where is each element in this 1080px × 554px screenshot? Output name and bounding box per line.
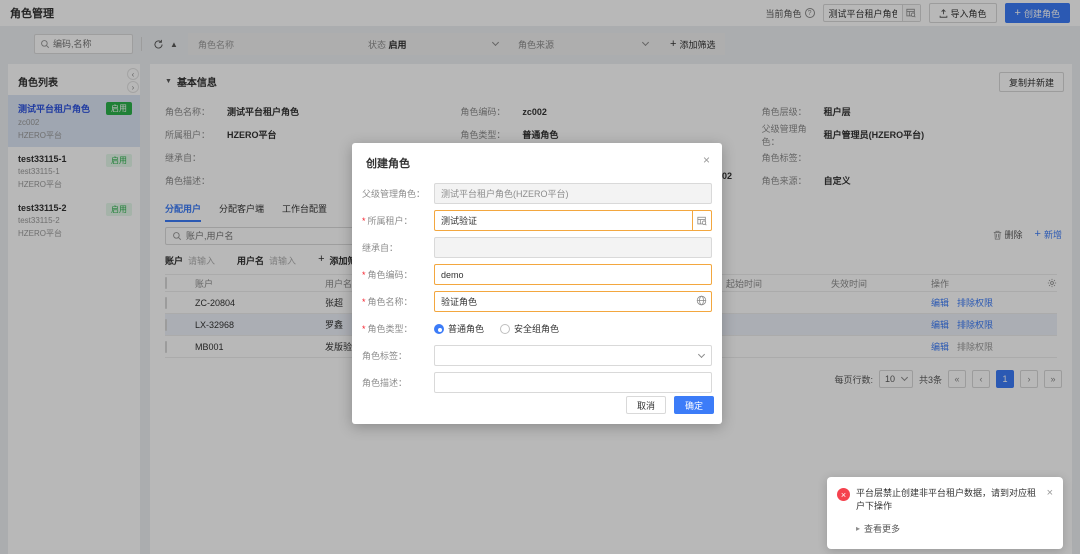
globe-icon[interactable]	[696, 295, 707, 306]
form-row-tenant: *所属租户：	[362, 210, 712, 231]
form-label: *角色名称：	[362, 295, 434, 308]
form-label: 角色标签：	[362, 349, 434, 362]
tenant-lookup-icon[interactable]	[693, 210, 712, 231]
required-marker: *	[362, 324, 366, 334]
form-row-tag: 角色标签：	[362, 345, 712, 366]
form-label: 父级管理角色：	[362, 187, 434, 200]
role-tag-select[interactable]	[434, 345, 712, 366]
cancel-button[interactable]: 取消	[626, 396, 666, 414]
required-marker: *	[362, 297, 366, 307]
form-label: *所属租户：	[362, 214, 434, 227]
toast-message: 平台层禁止创建非平台租户数据，请到对应租户下操作	[856, 487, 1041, 513]
form-row-type: *角色类型： 普通角色 安全组角色	[362, 318, 712, 339]
toast-close-icon[interactable]: ×	[1047, 487, 1053, 513]
role-name-input[interactable]	[434, 291, 712, 312]
role-management-page: 角色管理 当前角色 ? 导入角色 + 创建角色	[0, 0, 1080, 554]
modal-header: 创建角色 ×	[352, 143, 722, 171]
form-label: *角色类型：	[362, 322, 434, 335]
form-row-inherit: 继承自：	[362, 237, 712, 258]
required-marker: *	[362, 270, 366, 280]
tenant-input[interactable]	[434, 210, 693, 231]
radio-normal-role[interactable]: 普通角色	[434, 322, 484, 335]
inherit-input	[434, 237, 712, 258]
error-toast: × 平台层禁止创建非平台租户数据，请到对应租户下操作 × ▸ 查看更多	[827, 477, 1063, 549]
form-label: 角色描述：	[362, 376, 434, 389]
form-label: 继承自：	[362, 241, 434, 254]
modal-body: 父级管理角色： *所属租户： 继承自： *角	[352, 171, 722, 393]
modal-title: 创建角色	[366, 158, 410, 170]
create-role-modal: 创建角色 × 父级管理角色： *所属租户：	[352, 143, 722, 424]
form-row-code: *角色编码：	[362, 264, 712, 285]
close-icon[interactable]: ×	[703, 153, 710, 167]
view-more-link[interactable]: ▸ 查看更多	[856, 522, 1053, 535]
required-marker: *	[362, 216, 366, 226]
role-code-input[interactable]	[434, 264, 712, 285]
chevron-down-icon	[698, 350, 705, 357]
confirm-button[interactable]: 确定	[674, 396, 714, 414]
radio-security-group-role[interactable]: 安全组角色	[500, 322, 559, 335]
parent-role-input	[434, 183, 712, 204]
error-icon: ×	[837, 488, 850, 501]
form-row-name: *角色名称：	[362, 291, 712, 312]
modal-footer: 取消 确定	[626, 396, 714, 414]
caret-right-icon: ▸	[856, 524, 860, 533]
radio-unchecked-icon	[500, 324, 510, 334]
form-row-parent-role: 父级管理角色：	[362, 183, 712, 204]
role-desc-input[interactable]	[434, 372, 712, 393]
form-label: *角色编码：	[362, 268, 434, 281]
form-row-desc: 角色描述：	[362, 372, 712, 393]
radio-checked-icon	[434, 324, 444, 334]
